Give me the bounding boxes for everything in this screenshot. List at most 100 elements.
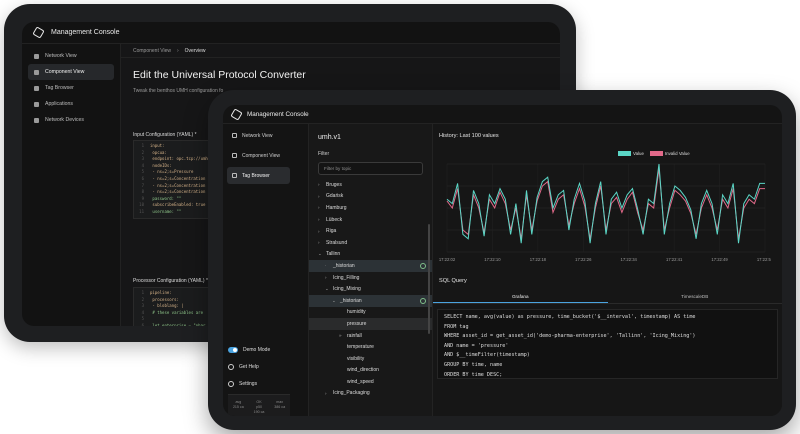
tree-item-label: _historian: [340, 297, 362, 304]
tree-item-label: temperature: [347, 344, 374, 351]
tree-item-label: Icing_Mixing: [333, 286, 361, 293]
tree-item[interactable]: › Hamburg: [309, 202, 432, 214]
line-number: 2: [141, 149, 144, 155]
tree-item[interactable]: › Icing_Filling: [309, 272, 432, 284]
code-text: - ns=2;s=Pressure: [150, 169, 194, 175]
line-number: 4: [141, 162, 144, 168]
line-number: 10: [139, 202, 144, 208]
x-tick-label: 17:22:49: [711, 257, 728, 262]
nav-network-view[interactable]: Network View: [227, 127, 290, 144]
tree-item-label: Hamburg: [326, 204, 347, 211]
breadcrumb: Component View › Overview: [121, 44, 560, 58]
tree-item[interactable]: visibility: [309, 353, 432, 365]
input-config-label: Input Configuration (YAML) *: [133, 132, 197, 138]
nav-component-view[interactable]: Component View: [227, 147, 290, 164]
latency-stats: avg 215 ca OK p50 190 ca max 386 ca: [228, 394, 290, 416]
page-title: Edit the Universal Protocol Converter: [133, 69, 306, 81]
sql-line: AND $__timeFilter(timestamp): [444, 352, 530, 359]
back-nav-component-view[interactable]: Component View: [28, 64, 114, 80]
line-number: 2: [141, 296, 144, 302]
tree-item-label: Tallinn: [326, 251, 341, 258]
line-number: 3: [141, 303, 144, 309]
tree-item[interactable]: › Bruges: [309, 179, 432, 191]
tree-scrollbar[interactable]: [428, 224, 430, 334]
get-help-link[interactable]: Get Help: [228, 358, 290, 375]
line-number: 5: [141, 316, 144, 322]
tab-grafana[interactable]: Grafana: [433, 290, 608, 303]
tree-item[interactable]: › Icing_Packaging: [309, 388, 432, 400]
network-icon: [232, 133, 237, 138]
tree-item[interactable]: humidity: [309, 307, 432, 319]
line-number: 7: [141, 182, 144, 188]
sql-line: ORDER BY time DESC;: [444, 371, 503, 378]
front-tablet: Management Console Network View Componen…: [208, 90, 796, 430]
tree-item[interactable]: ⌄ _historian: [309, 294, 432, 307]
chevron-icon: »: [339, 333, 342, 339]
tree-item[interactable]: wind_speed: [309, 376, 432, 388]
filter-input[interactable]: Filter by topic: [318, 162, 423, 175]
tree-item-label: Riga: [326, 228, 337, 235]
code-text: - ns=2;s=Concentration: [150, 182, 206, 188]
applications-icon: [34, 101, 39, 107]
logo-icon: [230, 107, 243, 121]
nav-label: Applications: [45, 101, 73, 107]
tree-item[interactable]: » rainfall: [309, 330, 432, 342]
toggle-icon[interactable]: [228, 346, 238, 353]
settings-link[interactable]: Settings: [228, 375, 290, 392]
tab-timescaledb[interactable]: TimescaleDB: [608, 290, 783, 303]
line-number: 6: [141, 175, 144, 181]
back-nav-tag-browser[interactable]: Tag Browser: [28, 80, 114, 96]
sql-query-code[interactable]: SELECT name, avg(value) as pressure, tim…: [437, 309, 778, 379]
tree-item[interactable]: · _historian: [309, 260, 432, 272]
nav-tag-browser[interactable]: Tag Browser: [227, 167, 290, 184]
x-tick-label: 17:22:41: [666, 257, 683, 262]
chevron-icon: ›: [325, 390, 327, 396]
code-text: endpoint: opc.tcp://umh: [150, 156, 208, 162]
stat-max: max 386 ca: [269, 395, 290, 416]
tree-item[interactable]: › Riga: [309, 225, 432, 237]
front-sidebar: Network View Component View Tag Browser …: [223, 124, 294, 416]
tree-item-label: Lübeck: [326, 216, 343, 223]
code-text: processors:: [150, 296, 179, 302]
history-chart[interactable]: 17:22:02 17:22:10 17:22:18 17:22:26 17:22:34…: [437, 156, 771, 266]
nav-label: Component View: [242, 152, 280, 159]
back-nav-applications[interactable]: Applications: [28, 96, 114, 112]
tree-item[interactable]: › Lübeck: [309, 214, 432, 226]
tree-item[interactable]: › Stralsund: [309, 237, 432, 249]
chevron-icon: ⌄: [325, 286, 329, 292]
chevron-icon: ›: [318, 228, 320, 234]
line-number: 4: [141, 309, 144, 315]
sql-line: FROM tag: [444, 323, 469, 330]
tree-item-label: Icing_Filling: [333, 274, 360, 281]
code-text: pipeline:: [150, 290, 172, 295]
tree-item[interactable]: temperature: [309, 341, 432, 353]
line-number: 3: [141, 156, 144, 162]
tree-title: umh.v1: [318, 134, 341, 141]
series-line-value: [446, 163, 765, 244]
sql-tabs: Grafana TimescaleDB: [433, 290, 782, 304]
tree-item-label: wind_direction: [347, 367, 379, 374]
breadcrumb-current: Overview: [184, 47, 206, 54]
sidebar-bottom: Demo Mode Get Help Settings avg 215 ca OK…: [228, 341, 290, 416]
breadcrumb-root[interactable]: Component View: [133, 48, 171, 54]
nav-label: Network View: [242, 132, 273, 139]
topic-tree-panel: umh.v1 Filter Filter by topic › Bruges › Gd…: [308, 124, 433, 416]
tree-item[interactable]: › Gdańsk: [309, 191, 432, 203]
tree-item[interactable]: ⌄ Tallinn: [309, 249, 432, 261]
tree-item[interactable]: pressure: [309, 318, 432, 330]
sql-line: SELECT name, avg(value) as pressure, tim…: [444, 314, 696, 320]
sql-query-title: SQL Query: [439, 278, 467, 284]
back-nav-network-devices[interactable]: Network Devices: [28, 112, 114, 128]
tree-item[interactable]: ⌄ Icing_Mixing: [309, 283, 432, 295]
back-app-title: Management Console: [51, 29, 120, 36]
front-app-title: Management Console: [247, 110, 309, 118]
chevron-icon: ›: [318, 182, 320, 188]
x-tick-label: 17:22:02: [439, 257, 456, 262]
chevron-icon: ›: [318, 217, 320, 223]
back-nav-network-view[interactable]: Network View: [28, 48, 114, 64]
code-text: password: "": [150, 195, 182, 201]
chevron-icon: ⌄: [318, 251, 322, 257]
demo-mode-toggle[interactable]: Demo Mode: [228, 341, 290, 358]
network-icon: [34, 53, 39, 59]
tree-item[interactable]: wind_direction: [309, 365, 432, 377]
